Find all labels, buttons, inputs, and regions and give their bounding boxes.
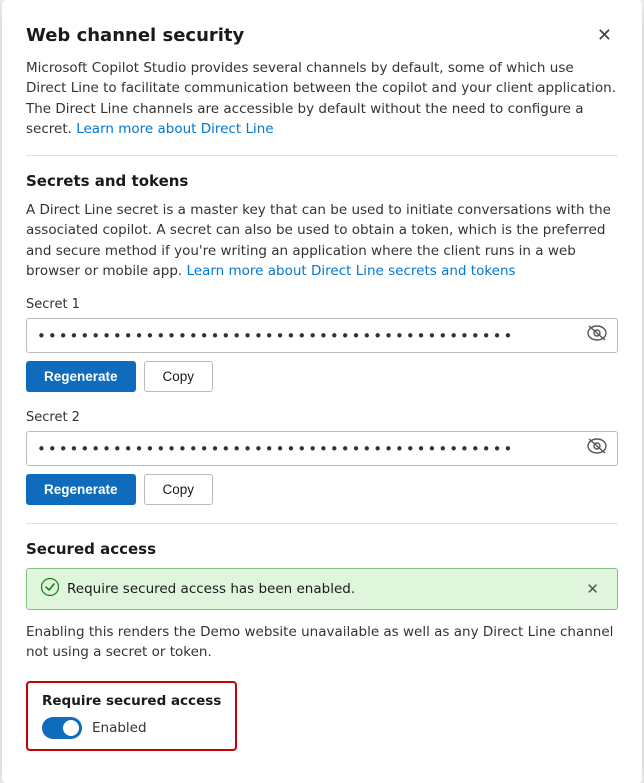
web-channel-security-modal: Web channel security ✕ Microsoft Copilot… <box>2 0 642 783</box>
secret1-copy-button[interactable]: Copy <box>144 361 214 392</box>
success-banner-content: Require secured access has been enabled. <box>41 578 355 600</box>
secret2-label: Secret 2 <box>26 410 618 425</box>
secured-access-title: Secured access <box>26 540 618 558</box>
secret1-actions: Regenerate Copy <box>26 361 618 392</box>
banner-close-button[interactable]: ✕ <box>582 580 603 598</box>
toggle-label: Require secured access <box>42 693 221 709</box>
secret1-label: Secret 1 <box>26 297 618 312</box>
toggle-thumb <box>63 720 79 736</box>
divider-2 <box>26 523 618 524</box>
secret2-input-row: ••••••••••••••••••••••••••••••••••••••••… <box>26 431 618 466</box>
success-banner-text: Require secured access has been enabled. <box>67 581 355 597</box>
divider-1 <box>26 155 618 156</box>
toggle-state-text: Enabled <box>92 720 147 736</box>
secret1-value: ••••••••••••••••••••••••••••••••••••••••… <box>37 327 579 345</box>
secrets-tokens-title: Secrets and tokens <box>26 172 618 190</box>
secret2-regenerate-button[interactable]: Regenerate <box>26 474 136 505</box>
secured-access-toggle[interactable] <box>42 717 82 739</box>
success-check-icon <box>41 578 59 600</box>
secured-access-description: Enabling this renders the Demo website u… <box>26 622 618 663</box>
success-banner: Require secured access has been enabled.… <box>26 568 618 610</box>
toggle-track <box>42 717 82 739</box>
secret2-toggle-visibility-icon[interactable] <box>587 438 607 459</box>
secrets-tokens-section: Secrets and tokens A Direct Line secret … <box>26 172 618 505</box>
learn-more-secrets-link[interactable]: Learn more about Direct Line secrets and… <box>186 263 515 279</box>
learn-more-direct-line-link[interactable]: Learn more about Direct Line <box>76 121 273 137</box>
secret2-value: ••••••••••••••••••••••••••••••••••••••••… <box>37 440 579 458</box>
secret2-copy-button[interactable]: Copy <box>144 474 214 505</box>
modal-title: Web channel security <box>26 25 244 46</box>
secured-access-section: Secured access Require secured access ha… <box>26 540 618 751</box>
intro-description: Microsoft Copilot Studio provides severa… <box>26 58 618 139</box>
modal-header: Web channel security ✕ <box>26 24 618 46</box>
secret1-regenerate-button[interactable]: Regenerate <box>26 361 136 392</box>
secrets-tokens-description: A Direct Line secret is a master key tha… <box>26 200 618 281</box>
secret1-toggle-visibility-icon[interactable] <box>587 325 607 346</box>
require-secured-access-toggle-box: Require secured access Enabled <box>26 681 237 751</box>
toggle-row: Enabled <box>42 717 221 739</box>
close-button[interactable]: ✕ <box>591 24 618 46</box>
secret2-actions: Regenerate Copy <box>26 474 618 505</box>
secret1-input-row: ••••••••••••••••••••••••••••••••••••••••… <box>26 318 618 353</box>
